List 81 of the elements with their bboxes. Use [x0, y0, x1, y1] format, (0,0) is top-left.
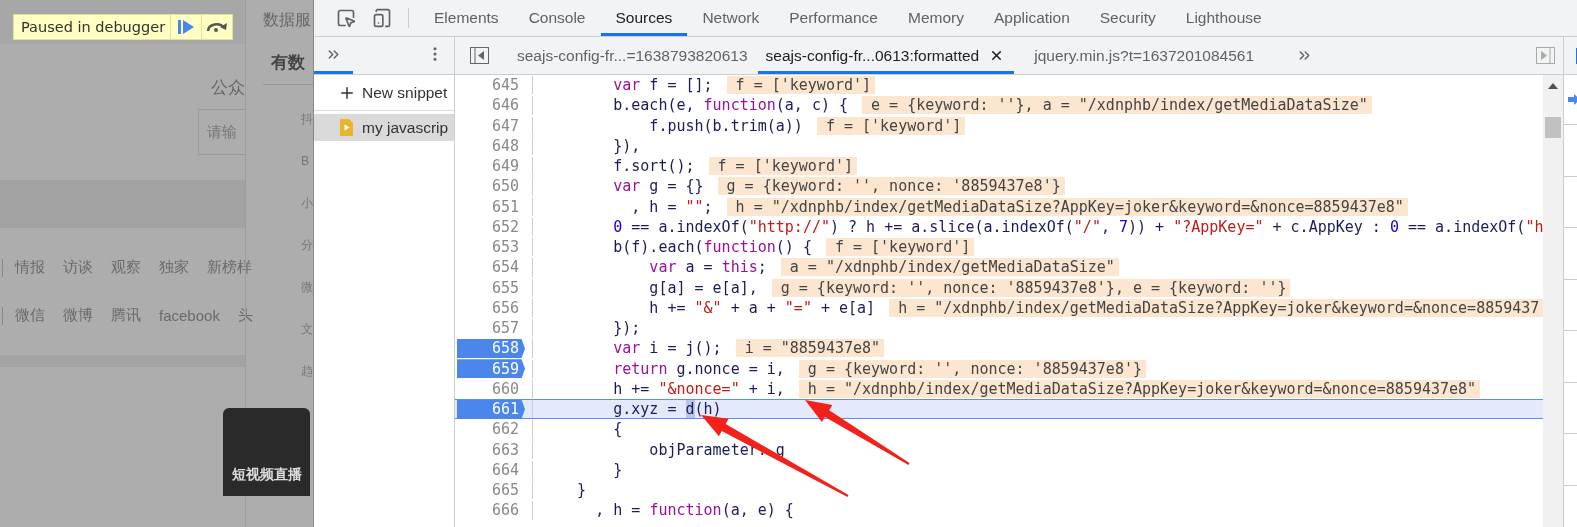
- line-number[interactable]: 653: [457, 237, 525, 257]
- new-snippet-button[interactable]: New snippet: [314, 75, 454, 111]
- category-link[interactable]: 观察: [111, 258, 141, 277]
- line-number[interactable]: 662: [457, 419, 525, 439]
- line-number[interactable]: 654: [457, 257, 525, 277]
- code-text: var i = j();: [612, 339, 722, 358]
- banner-text: Paused in debugger: [20, 18, 167, 37]
- code-text: h += "&nonce=" + i,: [612, 379, 785, 398]
- panel-tab[interactable]: Elements: [419, 0, 514, 36]
- inline-value: h = "/xdnphb/index/getMediaDataSize?AppKey=joker&keyword=&nonce=8859437e8": [798, 379, 1481, 398]
- inline-value: h = "/xdnphb/index/getMediaDataSize?AppKey=joker&keyword=&nonce=8859437: [889, 298, 1544, 317]
- panel-tab[interactable]: Performance: [774, 0, 893, 36]
- line-number[interactable]: 647: [457, 116, 525, 136]
- code-text: 0 == a.indexOf("http://") ? h += a.slice(a.indexOf("/", 7)) + "?AppKey=" + c.AppKey : 0 == a.indexOf("h: [612, 217, 1544, 236]
- inline-value: h = "/xdnphb/index/getMediaDataSize?AppKey=joker&keyword=&nonce=8859437e8": [726, 197, 1408, 216]
- code-text: g.xyz = d(h): [612, 400, 722, 419]
- line-number[interactable]: 649: [457, 156, 525, 176]
- code-text: }: [576, 481, 587, 500]
- line-number[interactable]: 650: [457, 176, 525, 196]
- line-number[interactable]: 663: [457, 440, 525, 460]
- category-link[interactable]: 访谈: [63, 258, 93, 277]
- inline-value: f = ['keyword']: [816, 116, 966, 135]
- inline-value: g = {keyword: '', nonce: '8859437e8'}, e = {keyword: ''}: [771, 278, 1291, 297]
- code-text: var g = {}: [612, 177, 704, 196]
- inline-value: g = {keyword: '', nonce: '8859437e8'}: [717, 177, 1065, 196]
- code-text: var f = [];: [612, 76, 713, 95]
- category-link[interactable]: 微博: [63, 306, 93, 325]
- section-label: 公众: [211, 77, 245, 99]
- line-number[interactable]: 651: [457, 197, 525, 217]
- line-number[interactable]: 661: [457, 399, 525, 419]
- code-text: f.sort();: [612, 157, 695, 176]
- page-heading: 数据服: [263, 10, 312, 30]
- video-card[interactable]: 短视频直播: [223, 408, 310, 496]
- line-number[interactable]: 648: [457, 136, 525, 156]
- file-tab[interactable]: jquery.min.js?t=1637201084561: [1014, 37, 1265, 74]
- panel-tab[interactable]: Memory: [892, 0, 979, 36]
- inline-value: f = ['keyword']: [708, 157, 857, 176]
- code-text: }: [612, 460, 623, 479]
- line-number[interactable]: 646: [457, 95, 525, 115]
- inline-value: f = ['keyword']: [825, 238, 975, 257]
- category-link[interactable]: 微信: [15, 306, 45, 325]
- code-text: return g.nonce = i,: [612, 359, 785, 378]
- code-text: b.each(e, function(a, c) {: [612, 96, 849, 115]
- panel-tab[interactable]: Lighthouse: [1170, 0, 1277, 36]
- code-text: var a = this;: [648, 258, 767, 277]
- line-number[interactable]: 656: [457, 298, 525, 318]
- category-link[interactable]: 腾讯: [111, 306, 141, 325]
- snippet-item[interactable]: my javascrip: [314, 114, 454, 141]
- panel-tab[interactable]: Console: [513, 0, 601, 36]
- code-text: , h = function(a, e) {: [594, 501, 794, 520]
- line-number[interactable]: 655: [457, 278, 525, 298]
- category-link[interactable]: 情报: [15, 258, 45, 277]
- line-number[interactable]: 660: [457, 379, 525, 399]
- line-number[interactable]: 666: [457, 500, 525, 520]
- code-text: h += "&" + a + "=" + e[a]: [648, 298, 876, 317]
- line-number[interactable]: 657: [457, 318, 525, 338]
- inline-value: f = ['keyword']: [726, 76, 876, 95]
- code-text: }),: [612, 136, 641, 155]
- inline-value: e = {keyword: ''}, a = "/xdnphb/index/getMediaDataSize": [862, 96, 1372, 115]
- code-text: {: [612, 420, 623, 439]
- category-link[interactable]: 独家: [159, 258, 189, 277]
- inline-value: a = "/xdnphb/index/getMediaDataSize": [780, 258, 1119, 277]
- inline-value: i = "8859437e8": [735, 339, 885, 358]
- line-number[interactable]: 658: [457, 338, 525, 358]
- panel-tab[interactable]: Network: [687, 0, 775, 36]
- line-number[interactable]: 645: [457, 75, 525, 95]
- code-text: b(f).each(function() {: [612, 238, 812, 257]
- line-number[interactable]: 652: [457, 217, 525, 237]
- category-link[interactable]: facebook: [159, 307, 220, 324]
- inline-value: g = {keyword: '', nonce: '8859437e8'}: [798, 359, 1146, 378]
- code-text: g[a] = e[a],: [648, 278, 758, 297]
- panel-tab[interactable]: Application: [978, 0, 1085, 36]
- code-text: });: [612, 319, 641, 338]
- code-text: , h = "";: [630, 197, 713, 216]
- panel-tab[interactable]: Security: [1084, 0, 1171, 36]
- line-number[interactable]: 664: [457, 460, 525, 480]
- snippet-name: my javascrip: [362, 118, 449, 137]
- code-text: f.push(b.trim(a)): [648, 116, 803, 135]
- line-number[interactable]: 665: [457, 480, 525, 500]
- file-tab[interactable]: seajs-config-fr...=1638793820613: [497, 37, 758, 74]
- line-number[interactable]: 659: [457, 359, 525, 379]
